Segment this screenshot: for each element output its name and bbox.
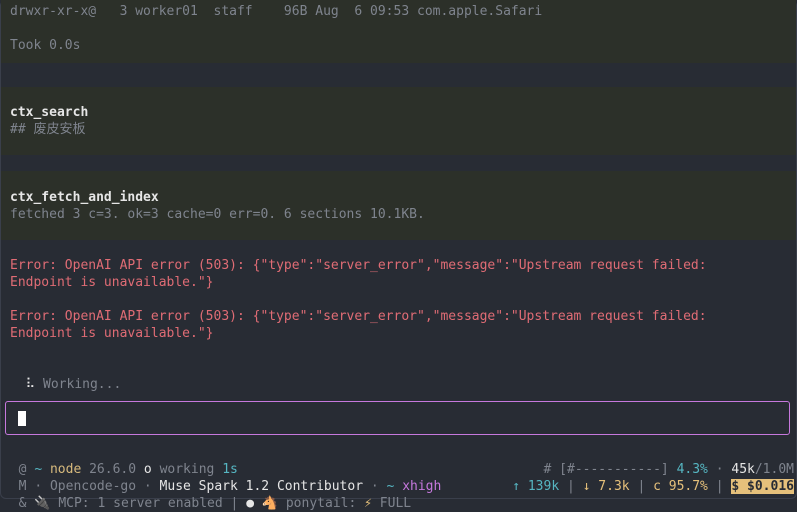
status-row-3: & 🔌 MCP: 1 server enabled | ● 🐴 ponytail…: [18, 496, 412, 511]
mcp-status: MCP: 1 server enabled: [58, 496, 223, 511]
prompt-input[interactable]: [5, 401, 790, 435]
ponytail-label: ponytail:: [285, 496, 357, 511]
bolt-icon: ⚡: [364, 496, 372, 511]
status-prefix-amp: &: [18, 496, 27, 511]
ctx-search-detail: ## 废皮安板: [10, 122, 86, 137]
ctx-fetch-block: ctx_fetch_and_index fetched 3 c=3. ok=3 …: [1, 171, 796, 240]
text-cursor: [18, 411, 26, 426]
error-message-2-line1: Error: OpenAI API error (503): {"type":"…: [10, 309, 707, 324]
working-text: Working...: [43, 377, 122, 392]
pony-icon: 🐴: [261, 496, 279, 511]
ls-output-block: drwxr-xr-x@ 3 worker01 staff 96B Aug 6 0…: [1, 0, 796, 63]
ctx-fetch-title: ctx_fetch_and_index: [10, 190, 159, 205]
ctx-fetch-detail: fetched 3 c=3. ok=3 cache=0 err=0. 6 sec…: [10, 207, 425, 222]
status-dot-icon: ●: [246, 496, 255, 511]
took-line: Took 0.0s: [10, 38, 81, 53]
plug-icon: 🔌: [34, 496, 51, 511]
spinner-icon: ⠧: [25, 377, 36, 392]
ctx-search-block: ctx_search ## 废皮安板: [1, 87, 796, 155]
error-message-1-line1: Error: OpenAI API error (503): {"type":"…: [10, 258, 707, 273]
error-message-1-line2: Endpoint is unavailable."}: [10, 275, 214, 290]
working-indicator: ⠧ Working...: [10, 359, 122, 393]
ls-line: drwxr-xr-x@ 3 worker01 staff 96B Aug 6 0…: [10, 4, 543, 19]
ctx-search-title: ctx_search: [10, 105, 89, 120]
error-message-2-line2: Endpoint is unavailable."}: [10, 326, 214, 341]
ponytail-mode: FULL: [379, 496, 412, 511]
